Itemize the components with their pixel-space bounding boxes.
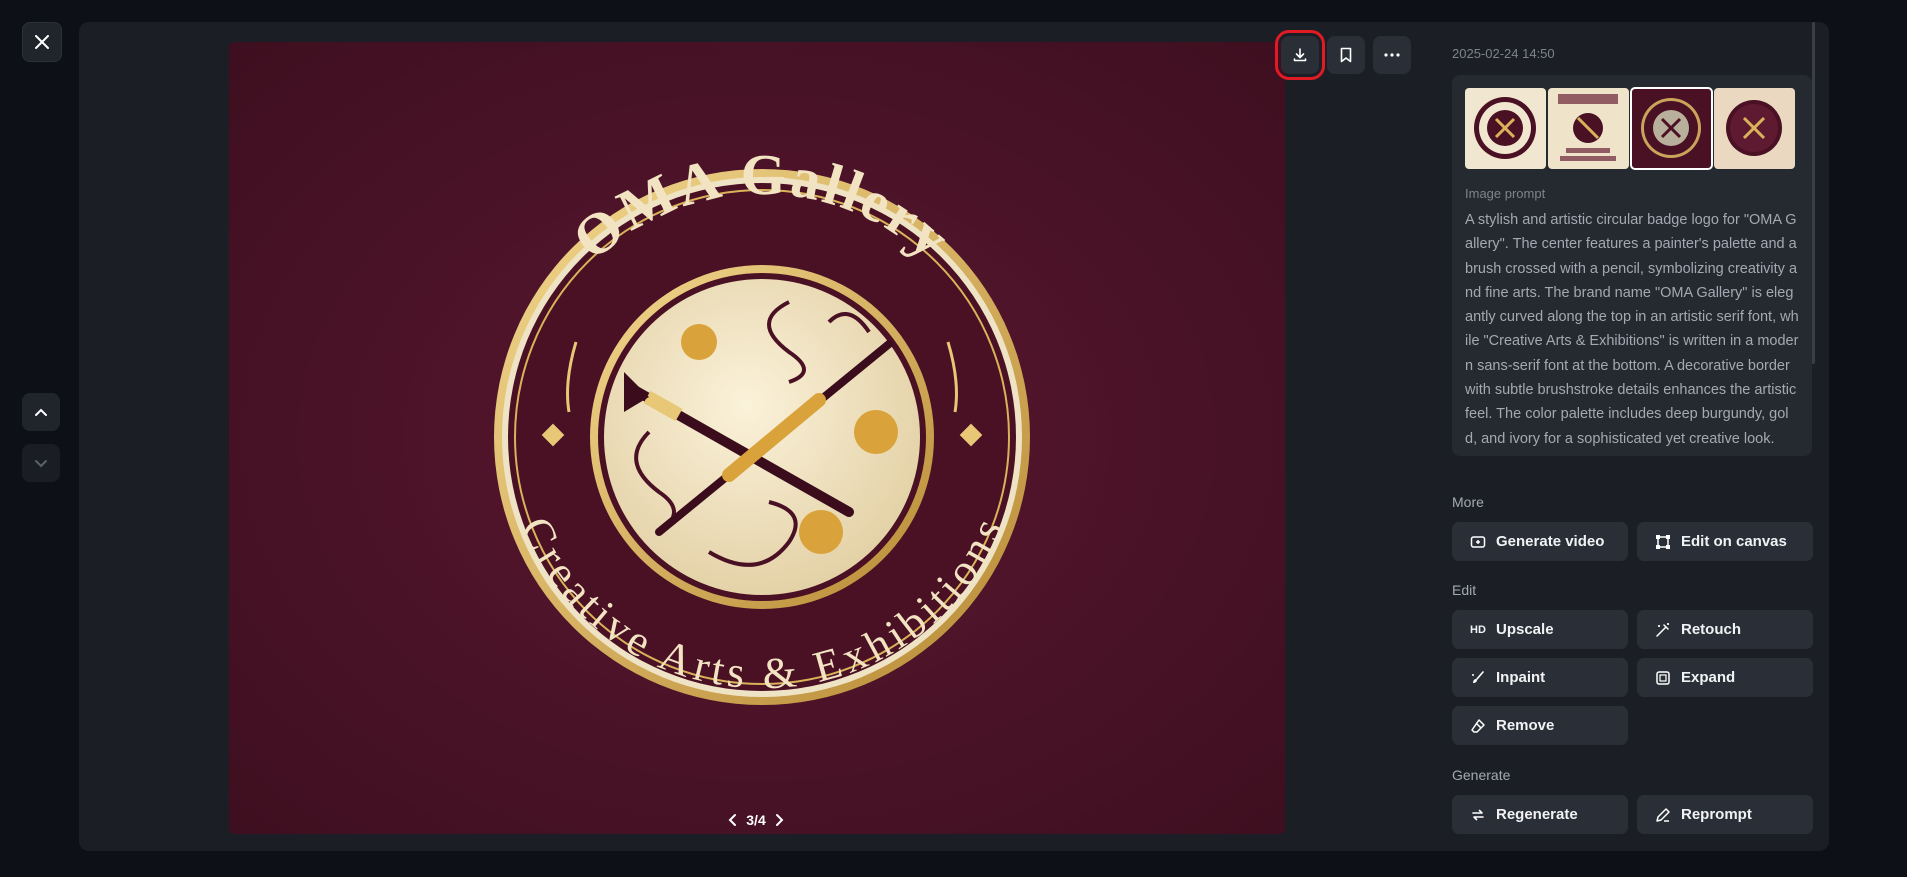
upscale-button[interactable]: HD Upscale xyxy=(1452,610,1628,649)
expand-button[interactable]: Expand xyxy=(1637,658,1813,697)
thumbnail-1[interactable] xyxy=(1465,88,1546,169)
image-viewer: OMA Gallery Creative Arts & Exhibitions xyxy=(79,22,1829,851)
prompt-label: Image prompt xyxy=(1465,186,1546,201)
details-panel: 2025-02-24 14:50 Image prompt A stylish … xyxy=(1452,22,1817,851)
reprompt-label: Reprompt xyxy=(1681,806,1752,823)
refresh-icon xyxy=(1470,807,1486,823)
regenerate-label: Regenerate xyxy=(1496,806,1578,823)
expand-label: Expand xyxy=(1681,669,1736,686)
chevron-right-icon xyxy=(775,814,784,826)
section-generate-label: Generate xyxy=(1452,767,1511,783)
thumbnail-3[interactable] xyxy=(1630,87,1713,170)
chevron-up-icon xyxy=(35,408,47,416)
bookmark-icon xyxy=(1340,47,1352,63)
previous-image-button[interactable] xyxy=(22,393,60,431)
ellipsis-icon xyxy=(1384,53,1400,57)
thumbnail-strip xyxy=(1465,87,1795,170)
brush-icon xyxy=(1470,670,1486,686)
next-image-button[interactable] xyxy=(22,444,60,482)
wand-icon xyxy=(1655,622,1671,638)
canvas-icon xyxy=(1655,534,1671,550)
inpaint-label: Inpaint xyxy=(1496,669,1546,686)
thumbnail-4[interactable] xyxy=(1714,88,1795,169)
expand-icon xyxy=(1655,670,1671,686)
timestamp: 2025-02-24 14:50 xyxy=(1452,46,1555,61)
prompt-text: A stylish and artistic circular badge lo… xyxy=(1465,212,1799,447)
close-button[interactable] xyxy=(22,22,62,62)
retouch-button[interactable]: Retouch xyxy=(1637,610,1813,649)
regenerate-button[interactable]: Regenerate xyxy=(1452,795,1628,834)
section-more-label: More xyxy=(1452,494,1484,510)
generated-image: OMA Gallery Creative Arts & Exhibitions xyxy=(229,42,1285,834)
pager-prev-button[interactable] xyxy=(728,813,738,827)
edit-on-canvas-button[interactable]: Edit on canvas xyxy=(1637,522,1813,561)
pager-count: 3/4 xyxy=(746,812,766,828)
generate-video-label: Generate video xyxy=(1496,533,1605,550)
reprompt-button[interactable]: Reprompt xyxy=(1637,795,1813,834)
download-icon xyxy=(1293,48,1307,62)
inpaint-button[interactable]: Inpaint xyxy=(1452,658,1628,697)
generate-video-button[interactable]: Generate video xyxy=(1452,522,1628,561)
section-edit-label: Edit xyxy=(1452,582,1477,598)
pencil-icon xyxy=(1655,807,1671,823)
pager-next-button[interactable] xyxy=(774,813,784,827)
chevron-left-icon xyxy=(728,814,737,826)
upscale-label: Upscale xyxy=(1496,621,1554,638)
badge-logo: OMA Gallery Creative Arts & Exhibitions xyxy=(494,142,1030,705)
chevron-down-icon xyxy=(35,460,47,468)
pager: 3/4 xyxy=(716,809,796,831)
prompt-card: Image prompt A stylish and artistic circ… xyxy=(1452,75,1812,456)
retouch-label: Retouch xyxy=(1681,621,1741,638)
hd-icon: HD xyxy=(1470,623,1486,636)
video-add-icon xyxy=(1470,534,1486,550)
remove-button[interactable]: Remove xyxy=(1452,706,1628,745)
more-options-button[interactable] xyxy=(1373,36,1411,74)
bookmark-button[interactable] xyxy=(1327,36,1365,74)
eraser-icon xyxy=(1470,718,1486,734)
close-icon xyxy=(35,35,49,49)
remove-label: Remove xyxy=(1496,717,1555,734)
edit-on-canvas-label: Edit on canvas xyxy=(1681,533,1787,550)
download-button[interactable] xyxy=(1275,30,1325,80)
thumbnail-2[interactable] xyxy=(1548,88,1629,169)
